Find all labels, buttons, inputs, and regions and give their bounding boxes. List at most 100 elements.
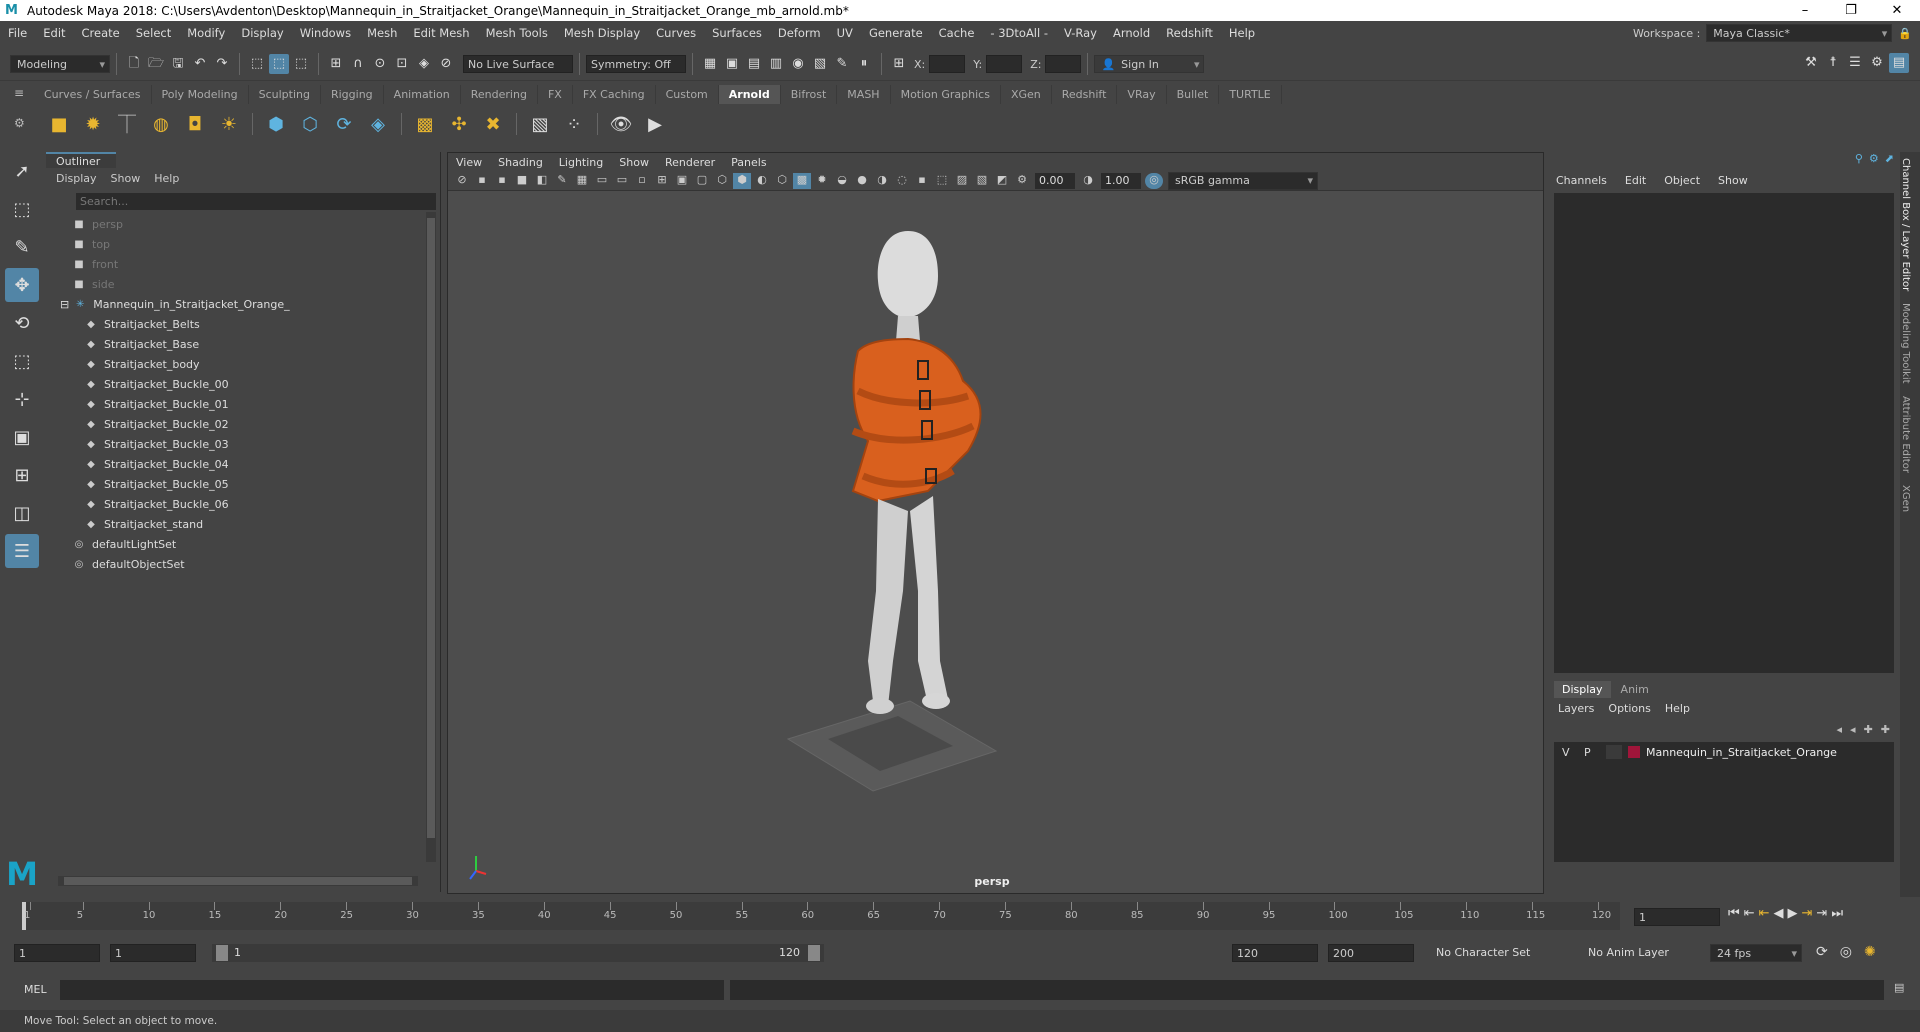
viewport-menu-show[interactable]: Show: [619, 156, 649, 169]
menu-cache[interactable]: Cache: [931, 26, 983, 40]
arnold-operator-icon[interactable]: ⁘: [560, 110, 588, 138]
shelf-tab-fx[interactable]: FX: [537, 85, 573, 104]
go-to-end-icon[interactable]: ⏭: [1831, 906, 1843, 921]
grid-icon[interactable]: ▦: [573, 173, 591, 189]
menu-3dtoall[interactable]: - 3DtoAll -: [982, 26, 1056, 40]
outliner-item[interactable]: ◆ Straitjacket_body: [46, 354, 440, 374]
menu-deform[interactable]: Deform: [770, 26, 829, 40]
script-editor-icon[interactable]: ▤: [1894, 981, 1904, 994]
gate-mask-icon[interactable]: ▫: [633, 173, 651, 189]
single-view-icon[interactable]: ▣: [5, 420, 39, 454]
last-tool-icon[interactable]: ⊹: [5, 382, 39, 416]
menu-edit[interactable]: Edit: [35, 26, 73, 40]
new-layer-selected-icon[interactable]: ✚: [1881, 723, 1890, 736]
auto-key-icon[interactable]: ◎: [1840, 944, 1852, 960]
xray-icon[interactable]: ▨: [953, 173, 971, 189]
history-icon[interactable]: ▦: [700, 54, 720, 74]
arnold-render-icon[interactable]: ✎: [832, 54, 852, 74]
y-field[interactable]: [986, 55, 1023, 73]
playback-start-field[interactable]: 1: [110, 944, 196, 962]
outliner-item[interactable]: ◆ Straitjacket_Buckle_04: [46, 454, 440, 474]
range-end-handle[interactable]: [808, 945, 820, 961]
current-frame-field[interactable]: 1: [1634, 908, 1720, 926]
viewport-menu-view[interactable]: View: [456, 156, 482, 169]
arnold-photometric-light-icon[interactable]: ⏉: [113, 110, 141, 138]
modeling-toolkit-icon[interactable]: ⚒: [1801, 53, 1821, 73]
image-plane-icon[interactable]: ■: [513, 173, 531, 189]
safe-action-icon[interactable]: ▣: [673, 173, 691, 189]
camera-icon[interactable]: ▪: [473, 173, 491, 189]
wireframe-on-shaded-icon[interactable]: ⬡: [773, 173, 791, 189]
snap-plane-icon[interactable]: ⊡: [392, 54, 412, 74]
human-ik-icon[interactable]: ☨: [1823, 53, 1843, 73]
safe-title-icon[interactable]: ▢: [693, 173, 711, 189]
menu-generate[interactable]: Generate: [861, 26, 931, 40]
menu-create[interactable]: Create: [74, 26, 128, 40]
anim-layer-dropdown[interactable]: No Anim Layer: [1588, 946, 1669, 959]
shelf-tab-arnold[interactable]: Arnold: [718, 85, 781, 104]
arnold-export-standin-icon[interactable]: ⬡: [296, 110, 324, 138]
side-tab-channel-box[interactable]: Channel Box / Layer Editor: [1900, 152, 1911, 297]
menu-redshift[interactable]: Redshift: [1158, 26, 1221, 40]
grease-pencil-icon[interactable]: ✎: [553, 173, 571, 189]
motion-blur-icon[interactable]: ◑: [873, 173, 891, 189]
shelf-settings-icon[interactable]: ⚙: [14, 116, 34, 130]
snap-curve-icon[interactable]: ∩: [348, 54, 368, 74]
default-material-icon[interactable]: ◐: [753, 173, 771, 189]
loop-icon[interactable]: ⟳: [1816, 944, 1828, 960]
outliner-menu-display[interactable]: Display: [56, 172, 97, 185]
menu-mesh[interactable]: Mesh: [359, 26, 405, 40]
outliner-search-input[interactable]: Search...: [76, 193, 436, 210]
isolate-select-icon[interactable]: ⬚: [933, 173, 951, 189]
menu-arnold[interactable]: Arnold: [1105, 26, 1158, 40]
save-scene-icon[interactable]: 🖫: [168, 54, 188, 74]
playback-end-field[interactable]: 120: [1232, 944, 1318, 962]
exposure-field[interactable]: 0.00: [1035, 172, 1075, 189]
arnold-curve-collector-icon[interactable]: ⟳: [330, 110, 358, 138]
exposure-icon[interactable]: ⚙: [1013, 173, 1031, 189]
viewport-menu-panels[interactable]: Panels: [731, 156, 766, 169]
shelf-tab-custom[interactable]: Custom: [655, 85, 719, 104]
wireframe-icon[interactable]: ⬡: [713, 173, 731, 189]
arnold-texture-icon[interactable]: ▩: [411, 110, 439, 138]
outliner-item[interactable]: ◆ Straitjacket_Buckle_03: [46, 434, 440, 454]
side-tab-xgen[interactable]: XGen: [1900, 479, 1911, 518]
arnold-physical-sky-icon[interactable]: ☀: [215, 110, 243, 138]
shelf-tab-bifrost[interactable]: Bifrost: [780, 85, 838, 104]
two-view-icon[interactable]: ◫: [5, 496, 39, 530]
new-layer-icon[interactable]: ✚: [1864, 723, 1873, 736]
menu-select[interactable]: Select: [128, 26, 179, 40]
lock-icon[interactable]: 🔒: [1898, 27, 1912, 40]
pause-icon[interactable]: ⏸: [854, 54, 874, 74]
shelf-tab-xgen[interactable]: XGen: [1000, 85, 1052, 104]
layer-row[interactable]: V P Mannequin_in_Straitjacket_Orange: [1554, 742, 1894, 762]
shelf-tab-poly-modeling[interactable]: Poly Modeling: [151, 85, 249, 104]
outliner-item[interactable]: ■ persp: [46, 214, 440, 234]
four-view-icon[interactable]: ⊞: [5, 458, 39, 492]
fps-dropdown[interactable]: 24 fps: [1710, 944, 1802, 962]
side-tab-attribute-editor[interactable]: Attribute Editor: [1900, 390, 1911, 479]
screen-space-ao-icon[interactable]: ●: [853, 173, 871, 189]
arnold-render-view-icon[interactable]: 👁: [607, 110, 635, 138]
options-menu[interactable]: Options: [1608, 702, 1650, 715]
shelf-menu-icon[interactable]: ≡: [14, 86, 34, 100]
animation-end-field[interactable]: 200: [1328, 944, 1414, 962]
outliner-item[interactable]: ■ top: [46, 234, 440, 254]
attribute-editor-icon[interactable]: ☰: [1845, 53, 1865, 73]
outliner-item[interactable]: ◎ defaultObjectSet: [46, 554, 440, 574]
gamma-field[interactable]: 1.00: [1101, 172, 1141, 189]
step-back-frame-icon[interactable]: ⇤: [1759, 906, 1770, 921]
open-scene-icon[interactable]: 🗁: [146, 54, 166, 74]
command-input[interactable]: [60, 980, 724, 1000]
help-menu[interactable]: Help: [1665, 702, 1690, 715]
tool-settings-icon[interactable]: ⚙: [1867, 53, 1887, 73]
outliner-hscrollbar[interactable]: [58, 876, 418, 886]
outliner-item[interactable]: ◆ Straitjacket_Buckle_02: [46, 414, 440, 434]
edit-menu[interactable]: Edit: [1625, 174, 1646, 187]
x-field[interactable]: [929, 55, 966, 73]
menu-mesh-tools[interactable]: Mesh Tools: [478, 26, 556, 40]
arnold-area-light-icon[interactable]: ■: [45, 110, 73, 138]
camera-attributes-icon[interactable]: ⊘: [453, 173, 471, 189]
undo-icon[interactable]: ↶: [190, 54, 210, 74]
redo-icon[interactable]: ↷: [212, 54, 232, 74]
